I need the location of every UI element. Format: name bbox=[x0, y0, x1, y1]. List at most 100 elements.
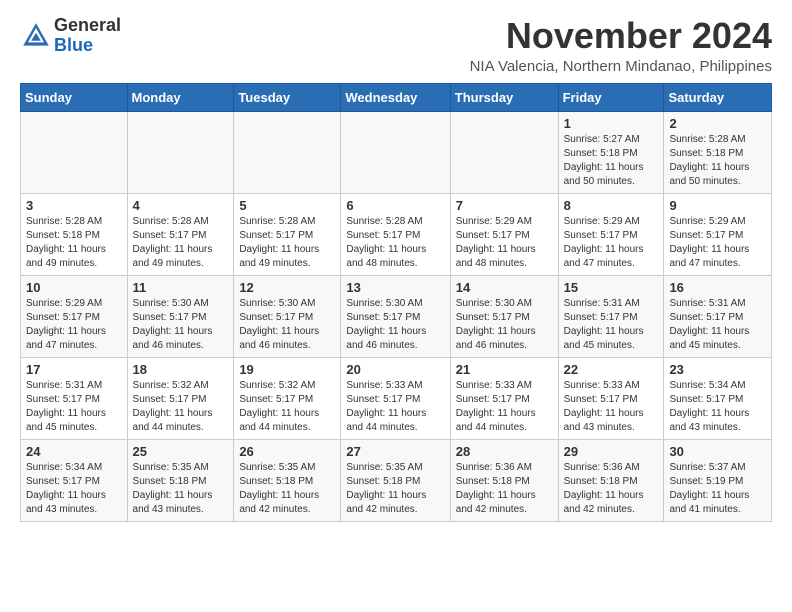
header-row: SundayMondayTuesdayWednesdayThursdayFrid… bbox=[21, 83, 772, 111]
day-number: 27 bbox=[346, 444, 444, 459]
day-cell: 26 Sunrise: 5:35 AM Sunset: 5:18 PM Dayli… bbox=[234, 439, 341, 521]
day-cell bbox=[234, 111, 341, 193]
day-info: Sunrise: 5:34 AM Sunset: 5:17 PM Dayligh… bbox=[669, 379, 766, 435]
day-cell: 25 Sunrise: 5:35 AM Sunset: 5:18 PM Dayli… bbox=[127, 439, 234, 521]
day-info: Sunrise: 5:30 AM Sunset: 5:17 PM Dayligh… bbox=[133, 297, 229, 353]
day-number: 24 bbox=[26, 444, 122, 459]
day-number: 20 bbox=[346, 362, 444, 377]
week-row-1: 1Sunrise: 5:27 AM Sunset: 5:18 PM Daylig… bbox=[21, 111, 772, 193]
day-cell bbox=[341, 111, 450, 193]
day-cell bbox=[127, 111, 234, 193]
day-number: 13 bbox=[346, 280, 444, 295]
day-cell: 13 Sunrise: 5:30 AM Sunset: 5:17 PM Dayli… bbox=[341, 275, 450, 357]
day-number: 1 bbox=[564, 116, 659, 131]
day-number: 26 bbox=[239, 444, 335, 459]
day-cell: 27Sunrise: 5:35 AM Sunset: 5:18 PM Dayli… bbox=[341, 439, 450, 521]
day-cell: 14 Sunrise: 5:30 AM Sunset: 5:17 PM Dayli… bbox=[450, 275, 558, 357]
day-info: Sunrise: 5:30 AM Sunset: 5:17 PM Dayligh… bbox=[456, 297, 553, 353]
calendar-header: SundayMondayTuesdayWednesdayThursdayFrid… bbox=[21, 83, 772, 111]
day-number: 23 bbox=[669, 362, 766, 377]
day-cell: 15 Sunrise: 5:31 AM Sunset: 5:17 PM Dayli… bbox=[558, 275, 664, 357]
location: NIA Valencia, Northern Mindanao, Philipp… bbox=[470, 58, 772, 75]
day-cell: 8Sunrise: 5:29 AM Sunset: 5:17 PM Daylig… bbox=[558, 193, 664, 275]
calendar: SundayMondayTuesdayWednesdayThursdayFrid… bbox=[20, 83, 772, 522]
week-row-3: 10 Sunrise: 5:29 AM Sunset: 5:17 PM Dayli… bbox=[21, 275, 772, 357]
day-info: Sunrise: 5:28 AM Sunset: 5:18 PM Dayligh… bbox=[669, 133, 766, 189]
day-number: 22 bbox=[564, 362, 659, 377]
day-cell: 12 Sunrise: 5:30 AM Sunset: 5:17 PM Dayli… bbox=[234, 275, 341, 357]
day-cell: 19Sunrise: 5:32 AM Sunset: 5:17 PM Dayli… bbox=[234, 357, 341, 439]
day-info: Sunrise: 5:30 AM Sunset: 5:17 PM Dayligh… bbox=[239, 297, 335, 353]
title-block: November 2024 NIA Valencia, Northern Min… bbox=[470, 16, 772, 75]
day-number: 16 bbox=[669, 280, 766, 295]
logo-icon bbox=[20, 20, 52, 52]
day-number: 6 bbox=[346, 198, 444, 213]
day-info: Sunrise: 5:36 AM Sunset: 5:18 PM Dayligh… bbox=[564, 461, 659, 517]
day-info: Sunrise: 5:29 AM Sunset: 5:17 PM Dayligh… bbox=[26, 297, 122, 353]
day-cell: 20 Sunrise: 5:33 AM Sunset: 5:17 PM Dayli… bbox=[341, 357, 450, 439]
day-number: 7 bbox=[456, 198, 553, 213]
day-info: Sunrise: 5:30 AM Sunset: 5:17 PM Dayligh… bbox=[346, 297, 444, 353]
day-number: 8 bbox=[564, 198, 659, 213]
day-cell: 11 Sunrise: 5:30 AM Sunset: 5:17 PM Dayli… bbox=[127, 275, 234, 357]
calendar-body: 1Sunrise: 5:27 AM Sunset: 5:18 PM Daylig… bbox=[21, 111, 772, 521]
day-info: Sunrise: 5:33 AM Sunset: 5:17 PM Dayligh… bbox=[346, 379, 444, 435]
day-info: Sunrise: 5:33 AM Sunset: 5:17 PM Dayligh… bbox=[564, 379, 659, 435]
logo-blue-text: Blue bbox=[54, 35, 93, 55]
header-saturday: Saturday bbox=[664, 83, 772, 111]
day-info: Sunrise: 5:32 AM Sunset: 5:17 PM Dayligh… bbox=[133, 379, 229, 435]
day-info: Sunrise: 5:28 AM Sunset: 5:17 PM Dayligh… bbox=[346, 215, 444, 271]
day-cell: 1Sunrise: 5:27 AM Sunset: 5:18 PM Daylig… bbox=[558, 111, 664, 193]
day-cell: 21 Sunrise: 5:33 AM Sunset: 5:17 PM Dayli… bbox=[450, 357, 558, 439]
day-cell: 9 Sunrise: 5:29 AM Sunset: 5:17 PM Daylig… bbox=[664, 193, 772, 275]
day-number: 12 bbox=[239, 280, 335, 295]
day-number: 2 bbox=[669, 116, 766, 131]
day-number: 10 bbox=[26, 280, 122, 295]
day-cell: 30 Sunrise: 5:37 AM Sunset: 5:19 PM Dayli… bbox=[664, 439, 772, 521]
month-title: November 2024 bbox=[470, 16, 772, 56]
header-wednesday: Wednesday bbox=[341, 83, 450, 111]
day-cell bbox=[450, 111, 558, 193]
header-monday: Monday bbox=[127, 83, 234, 111]
day-number: 14 bbox=[456, 280, 553, 295]
day-number: 25 bbox=[133, 444, 229, 459]
page: General Blue November 2024 NIA Valencia,… bbox=[0, 0, 792, 538]
day-info: Sunrise: 5:35 AM Sunset: 5:18 PM Dayligh… bbox=[133, 461, 229, 517]
day-number: 9 bbox=[669, 198, 766, 213]
day-number: 5 bbox=[239, 198, 335, 213]
day-number: 19 bbox=[239, 362, 335, 377]
day-cell: 29 Sunrise: 5:36 AM Sunset: 5:18 PM Dayli… bbox=[558, 439, 664, 521]
day-info: Sunrise: 5:37 AM Sunset: 5:19 PM Dayligh… bbox=[669, 461, 766, 517]
day-number: 21 bbox=[456, 362, 553, 377]
day-cell: 24Sunrise: 5:34 AM Sunset: 5:17 PM Dayli… bbox=[21, 439, 128, 521]
day-number: 30 bbox=[669, 444, 766, 459]
day-number: 11 bbox=[133, 280, 229, 295]
day-number: 18 bbox=[133, 362, 229, 377]
week-row-5: 24Sunrise: 5:34 AM Sunset: 5:17 PM Dayli… bbox=[21, 439, 772, 521]
header-sunday: Sunday bbox=[21, 83, 128, 111]
day-cell: 10 Sunrise: 5:29 AM Sunset: 5:17 PM Dayli… bbox=[21, 275, 128, 357]
day-info: Sunrise: 5:29 AM Sunset: 5:17 PM Dayligh… bbox=[669, 215, 766, 271]
day-cell: 3 Sunrise: 5:28 AM Sunset: 5:18 PM Daylig… bbox=[21, 193, 128, 275]
day-info: Sunrise: 5:28 AM Sunset: 5:18 PM Dayligh… bbox=[26, 215, 122, 271]
day-info: Sunrise: 5:33 AM Sunset: 5:17 PM Dayligh… bbox=[456, 379, 553, 435]
day-number: 3 bbox=[26, 198, 122, 213]
day-cell bbox=[21, 111, 128, 193]
day-info: Sunrise: 5:31 AM Sunset: 5:17 PM Dayligh… bbox=[564, 297, 659, 353]
day-cell: 4Sunrise: 5:28 AM Sunset: 5:17 PM Daylig… bbox=[127, 193, 234, 275]
day-info: Sunrise: 5:28 AM Sunset: 5:17 PM Dayligh… bbox=[133, 215, 229, 271]
day-cell: 28Sunrise: 5:36 AM Sunset: 5:18 PM Dayli… bbox=[450, 439, 558, 521]
day-cell: 16Sunrise: 5:31 AM Sunset: 5:17 PM Dayli… bbox=[664, 275, 772, 357]
logo-text: General Blue bbox=[54, 16, 121, 56]
day-cell: 6 Sunrise: 5:28 AM Sunset: 5:17 PM Daylig… bbox=[341, 193, 450, 275]
day-cell: 22 Sunrise: 5:33 AM Sunset: 5:17 PM Dayli… bbox=[558, 357, 664, 439]
day-number: 29 bbox=[564, 444, 659, 459]
logo: General Blue bbox=[20, 16, 121, 56]
day-cell: 5Sunrise: 5:28 AM Sunset: 5:17 PM Daylig… bbox=[234, 193, 341, 275]
day-info: Sunrise: 5:35 AM Sunset: 5:18 PM Dayligh… bbox=[239, 461, 335, 517]
day-cell: 2 Sunrise: 5:28 AM Sunset: 5:18 PM Daylig… bbox=[664, 111, 772, 193]
day-info: Sunrise: 5:36 AM Sunset: 5:18 PM Dayligh… bbox=[456, 461, 553, 517]
day-number: 15 bbox=[564, 280, 659, 295]
header-tuesday: Tuesday bbox=[234, 83, 341, 111]
week-row-4: 17Sunrise: 5:31 AM Sunset: 5:17 PM Dayli… bbox=[21, 357, 772, 439]
